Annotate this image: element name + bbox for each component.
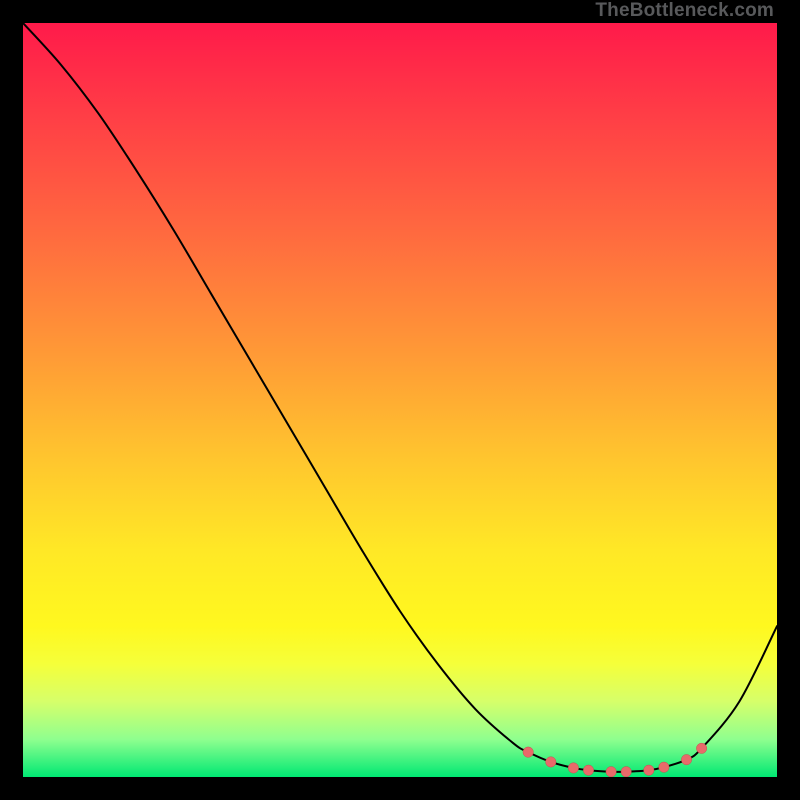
marker-group xyxy=(523,743,707,777)
flat-zone-marker xyxy=(644,765,654,775)
curve-layer xyxy=(23,23,777,777)
flat-zone-marker xyxy=(546,757,556,767)
flat-zone-marker xyxy=(568,763,578,773)
chart-container: TheBottleneck.com xyxy=(0,0,800,800)
flat-zone-marker xyxy=(523,747,533,757)
bottleneck-curve xyxy=(23,23,777,772)
flat-zone-marker xyxy=(659,762,669,772)
watermark: TheBottleneck.com xyxy=(595,0,774,23)
flat-zone-marker xyxy=(606,767,616,777)
flat-zone-marker xyxy=(696,743,706,753)
plot-area xyxy=(23,23,777,777)
flat-zone-marker xyxy=(583,765,593,775)
flat-zone-marker xyxy=(681,754,691,764)
flat-zone-marker xyxy=(621,767,631,777)
